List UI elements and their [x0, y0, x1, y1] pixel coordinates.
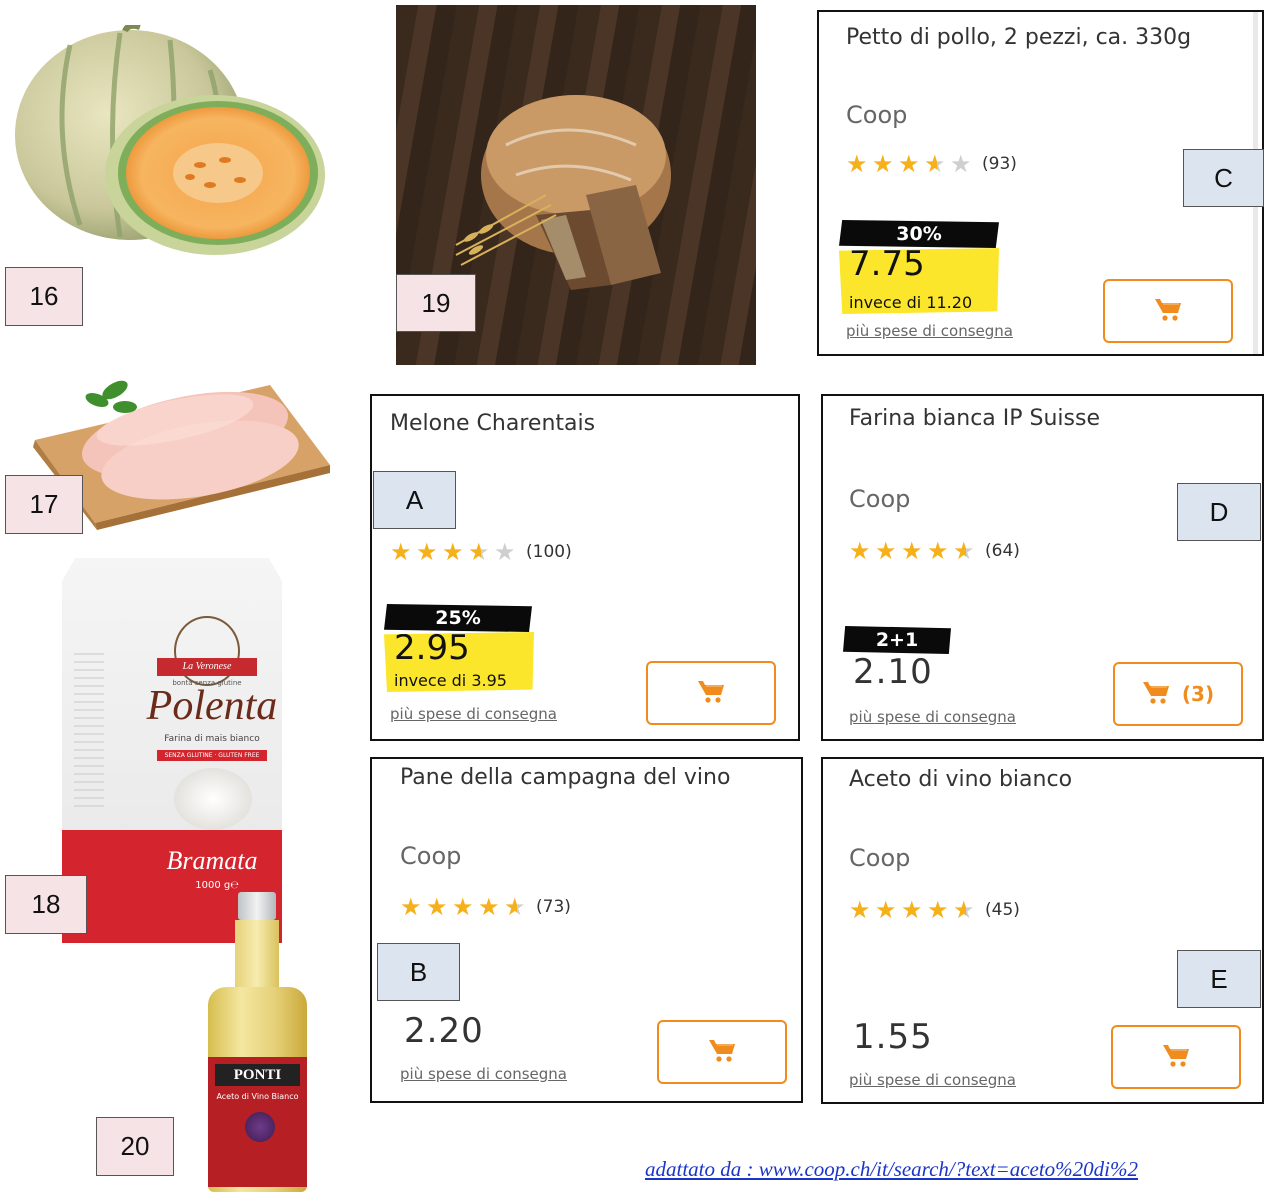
product-price: 2.20 — [404, 1011, 484, 1051]
star-icon: ★ — [849, 537, 871, 565]
rating-stars: ★ ★ ★ ★ ★ (73) — [400, 895, 571, 919]
product-title[interactable]: Farina bianca IP Suisse — [849, 406, 1100, 431]
vinegar-sub-label: Aceto di Vino Bianco — [216, 1092, 299, 1101]
melon-image — [15, 25, 325, 255]
sale-price: 7.75 — [849, 244, 925, 284]
flour-strip-label: SENZA GLUTINE · GLUTEN FREE — [157, 750, 267, 761]
flour-weight-label: 1000 g℮ — [195, 880, 239, 891]
star-icon: ★ — [898, 150, 920, 178]
delivery-link[interactable]: più spese di consegna — [849, 708, 1016, 726]
star-icon: ★ — [400, 893, 422, 921]
star-icon: ★ — [927, 537, 949, 565]
star-icon: ★ — [426, 893, 448, 921]
letter-tag-C: C — [1183, 149, 1264, 207]
star-icon: ★ — [875, 896, 897, 924]
flour-bag-image: La Veronese bontà senza glutine Polenta … — [62, 558, 282, 943]
cart-icon — [1162, 1042, 1190, 1072]
star-icon: ★ — [442, 538, 464, 566]
number-tag-17: 17 — [5, 475, 83, 534]
product-brand: Coop — [849, 485, 911, 513]
delivery-link[interactable]: più spese di consegna — [846, 322, 1013, 340]
star-icon: ★ — [901, 896, 923, 924]
rating-stars: ★ ★ ★ ★ ★ (93) — [846, 152, 1017, 176]
rating-count: (64) — [985, 541, 1020, 561]
product-card-farina: Farina bianca IP Suisse Coop ★ ★ ★ ★ ★ (64) 2… — [821, 394, 1264, 741]
star-icon: ★ — [849, 896, 871, 924]
product-brand: Coop — [846, 101, 908, 129]
number-tag-16: 16 — [5, 267, 83, 326]
sale-price-box: 2.95 invece di 3.95 — [384, 632, 534, 692]
product-card-melone: Melone Charentais ★ ★ ★ ★ ★ (100) 25% 2.95 in… — [370, 394, 800, 741]
add-to-cart-button[interactable] — [657, 1020, 787, 1084]
source-link[interactable]: adattato da : www.coop.ch/it/search/?tex… — [645, 1157, 1138, 1182]
number-tag-19: 19 — [396, 274, 476, 332]
star-icon: ★ — [901, 537, 923, 565]
cart-icon — [708, 1037, 736, 1067]
star-icon: ★ — [504, 895, 530, 919]
delivery-link[interactable]: più spese di consegna — [400, 1065, 567, 1083]
delivery-link[interactable]: più spese di consegna — [390, 705, 557, 723]
star-icon: ★ — [875, 537, 897, 565]
product-brand: Coop — [849, 844, 911, 872]
add-to-cart-button[interactable] — [1111, 1025, 1241, 1089]
star-icon: ★ — [478, 893, 500, 921]
rating-stars: ★ ★ ★ ★ ★ (45) — [849, 898, 1020, 922]
number-tag-18: 18 — [5, 875, 87, 934]
product-card-aceto: Aceto di vino bianco Coop ★ ★ ★ ★ ★ (45) 1.55… — [821, 757, 1264, 1104]
star-icon: ★ — [953, 898, 979, 922]
rating-stars: ★ ★ ★ ★ ★ (64) — [849, 539, 1020, 563]
star-icon: ★ — [950, 150, 972, 178]
star-icon: ★ — [390, 538, 412, 566]
cart-icon — [1154, 296, 1182, 326]
original-price: invece di 3.95 — [394, 671, 507, 690]
rating-count: (93) — [982, 154, 1017, 174]
star-icon: ★ — [872, 150, 894, 178]
flour-type-label: Bramata — [166, 846, 258, 875]
number-tag-20: 20 — [96, 1117, 174, 1176]
product-brand: Coop — [400, 842, 462, 870]
letter-tag-A: A — [373, 471, 456, 529]
flour-brand-label: La Veronese — [157, 658, 257, 676]
flour-sub-label: Farina di mais bianco — [164, 734, 260, 744]
letter-tag-B: B — [377, 943, 460, 1001]
star-icon: ★ — [924, 152, 950, 176]
rating-count: (73) — [536, 897, 571, 917]
cart-quantity: (3) — [1181, 682, 1215, 706]
star-icon: ★ — [927, 896, 949, 924]
sale-price-box: 7.75 invece di 11.20 — [839, 248, 999, 314]
letter-tag-E: E — [1177, 950, 1261, 1008]
rating-stars: ★ ★ ★ ★ ★ (100) — [390, 540, 572, 564]
star-icon: ★ — [953, 539, 979, 563]
star-icon: ★ — [846, 150, 868, 178]
cart-icon — [697, 678, 725, 708]
add-to-cart-button[interactable]: (3) — [1113, 662, 1243, 726]
original-price: invece di 11.20 — [849, 293, 973, 312]
discount-badge: 25% — [384, 604, 532, 632]
product-card-pane: Pane della campagna del vino Coop ★ ★ ★ ★ ★(… — [370, 757, 803, 1103]
letter-tag-D: D — [1177, 483, 1261, 541]
promo-badge: 2+1 — [843, 626, 951, 654]
product-title[interactable]: Pane della campagna del vino — [400, 765, 730, 790]
product-title[interactable]: Melone Charentais — [390, 411, 595, 436]
add-to-cart-button[interactable] — [1103, 279, 1233, 343]
rating-count: (100) — [526, 542, 572, 562]
cart-icon — [1142, 679, 1170, 709]
flour-name-label: Polenta — [146, 683, 278, 729]
star-icon: ★ — [416, 538, 438, 566]
product-title[interactable]: Petto di pollo, 2 pezzi, ca. 330g — [846, 25, 1191, 50]
star-icon: ★ — [468, 540, 494, 564]
product-price: 1.55 — [853, 1017, 933, 1057]
vinegar-bottle-image: PONTI Aceto di Vino Bianco — [205, 892, 310, 1192]
star-icon: ★ — [452, 893, 474, 921]
delivery-link[interactable]: più spese di consegna — [849, 1071, 1016, 1089]
rating-count: (45) — [985, 900, 1020, 920]
product-price: 2.10 — [853, 652, 933, 692]
vinegar-brand-label: PONTI — [215, 1064, 300, 1086]
sale-price: 2.95 — [394, 628, 470, 668]
add-to-cart-button[interactable] — [646, 661, 776, 725]
discount-badge: 30% — [839, 220, 999, 248]
star-icon: ★ — [494, 538, 516, 566]
product-title[interactable]: Aceto di vino bianco — [849, 767, 1072, 792]
